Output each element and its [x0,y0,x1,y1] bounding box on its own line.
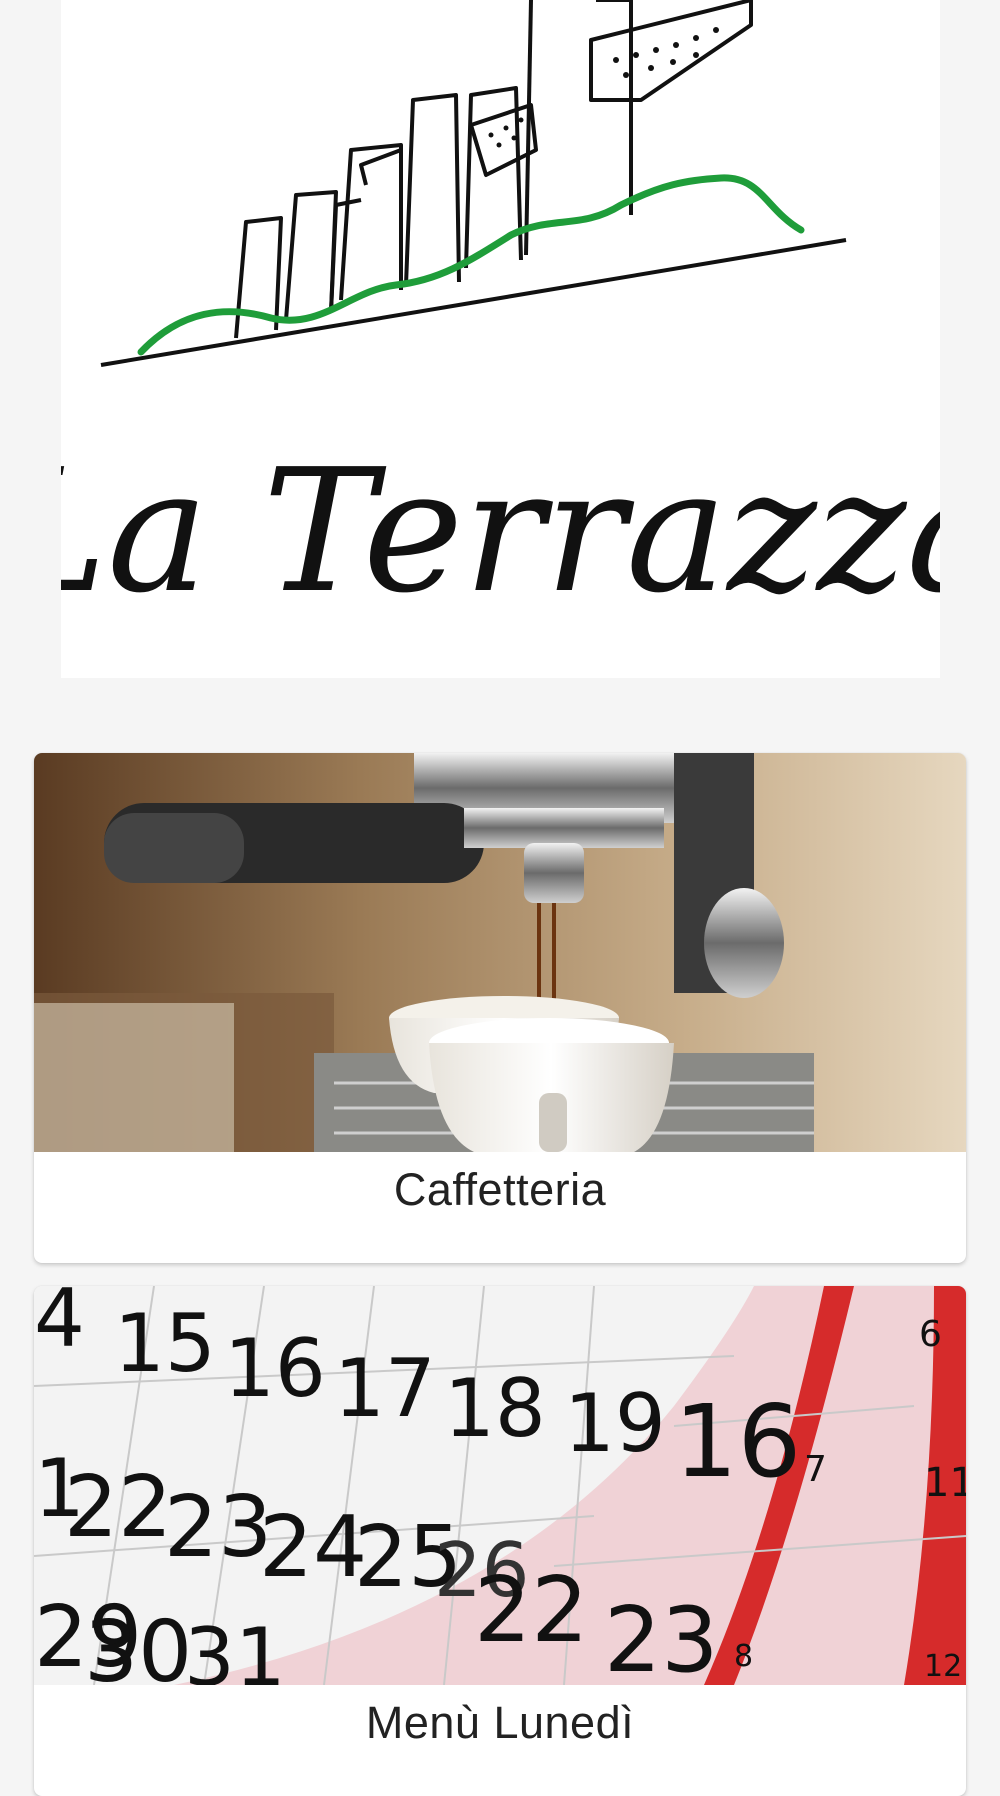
card-caffetteria[interactable]: Caffetteria [34,753,966,1263]
svg-text:12: 12 [924,1649,962,1684]
espresso-machine-photo [34,753,966,1152]
city-skyline-logo-icon: La Terrazza [61,0,940,631]
svg-text:22: 22 [64,1458,172,1557]
svg-text:7: 7 [804,1449,827,1490]
calendar-photo: 4 15 16 17 18 19 1 22 23 24 25 26 29 30 … [34,1286,966,1685]
svg-text:17: 17 [334,1342,436,1435]
svg-text:18: 18 [444,1362,546,1455]
card-title: Menù Lunedì [365,1697,635,1748]
logo: La Terrazza [61,0,940,678]
svg-text:16: 16 [224,1322,326,1415]
svg-text:31: 31 [184,1611,286,1685]
svg-text:8: 8 [734,1639,753,1674]
svg-text:6: 6 [919,1314,942,1355]
svg-text:4: 4 [34,1286,85,1365]
svg-text:23: 23 [604,1588,719,1685]
svg-text:11: 11 [924,1460,966,1506]
card-title: Caffetteria [393,1164,607,1215]
card-menu-lunedi[interactable]: 4 15 16 17 18 19 1 22 23 24 25 26 29 30 … [34,1286,966,1796]
svg-text:22: 22 [474,1558,589,1663]
logo-text: La Terrazza [61,433,940,631]
svg-text:24: 24 [259,1498,367,1597]
svg-text:19: 19 [564,1377,666,1470]
svg-text:15: 15 [114,1297,216,1390]
svg-text:30: 30 [84,1603,192,1685]
svg-text:23: 23 [164,1478,272,1577]
svg-text:16: 16 [674,1383,801,1500]
